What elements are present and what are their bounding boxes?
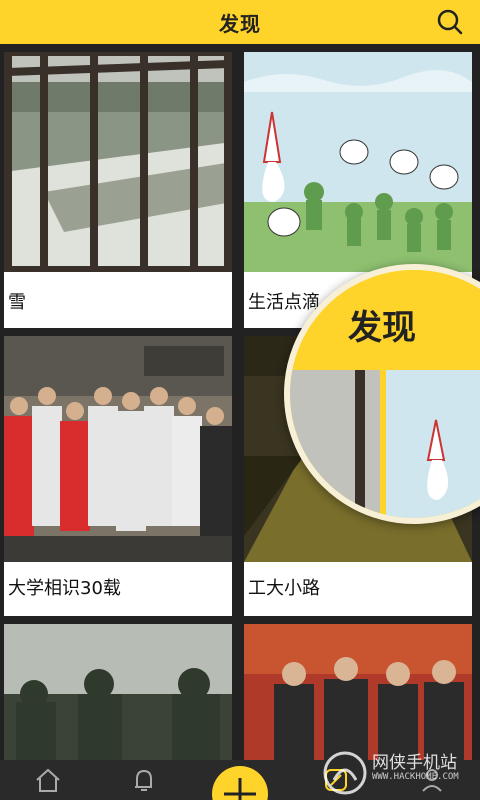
- bell-icon: [135, 769, 152, 791]
- card-university[interactable]: 大学相识30载: [4, 336, 232, 616]
- watermark-url: WWW.HACKHOME.COM: [372, 772, 459, 782]
- card-reunion[interactable]: [244, 624, 472, 760]
- watermark-brand: 网侠手机站: [372, 753, 457, 773]
- page-title: 发现: [219, 11, 261, 36]
- card-label: 雪: [8, 292, 26, 313]
- card-soldiers[interactable]: [4, 624, 232, 760]
- header-bar: 发现: [0, 0, 480, 44]
- card-label: 大学相识30载: [8, 578, 121, 599]
- watermark-logo-icon: [323, 751, 367, 795]
- card-image: [244, 624, 472, 760]
- home-icon: [36, 768, 60, 792]
- card-image: [4, 624, 232, 760]
- discover-grid: 雪 生活点滴 大学相识30载 工大小路 发现: [0, 44, 480, 760]
- nav-notifications[interactable]: [124, 762, 164, 798]
- card-image: [4, 52, 232, 272]
- nav-home[interactable]: [28, 762, 68, 798]
- card-image: [244, 52, 472, 272]
- magnifier-title: 发现: [348, 308, 416, 348]
- discover-icon: [224, 778, 256, 800]
- card-snow[interactable]: 雪: [4, 52, 232, 328]
- watermark: 网侠手机站 WWW.HACKHOME.COM: [322, 746, 480, 800]
- search-icon[interactable]: [436, 8, 464, 36]
- card-label: 工大小路: [248, 578, 320, 599]
- card-image: [4, 336, 232, 562]
- magnifier-overlay: 发现: [284, 264, 480, 524]
